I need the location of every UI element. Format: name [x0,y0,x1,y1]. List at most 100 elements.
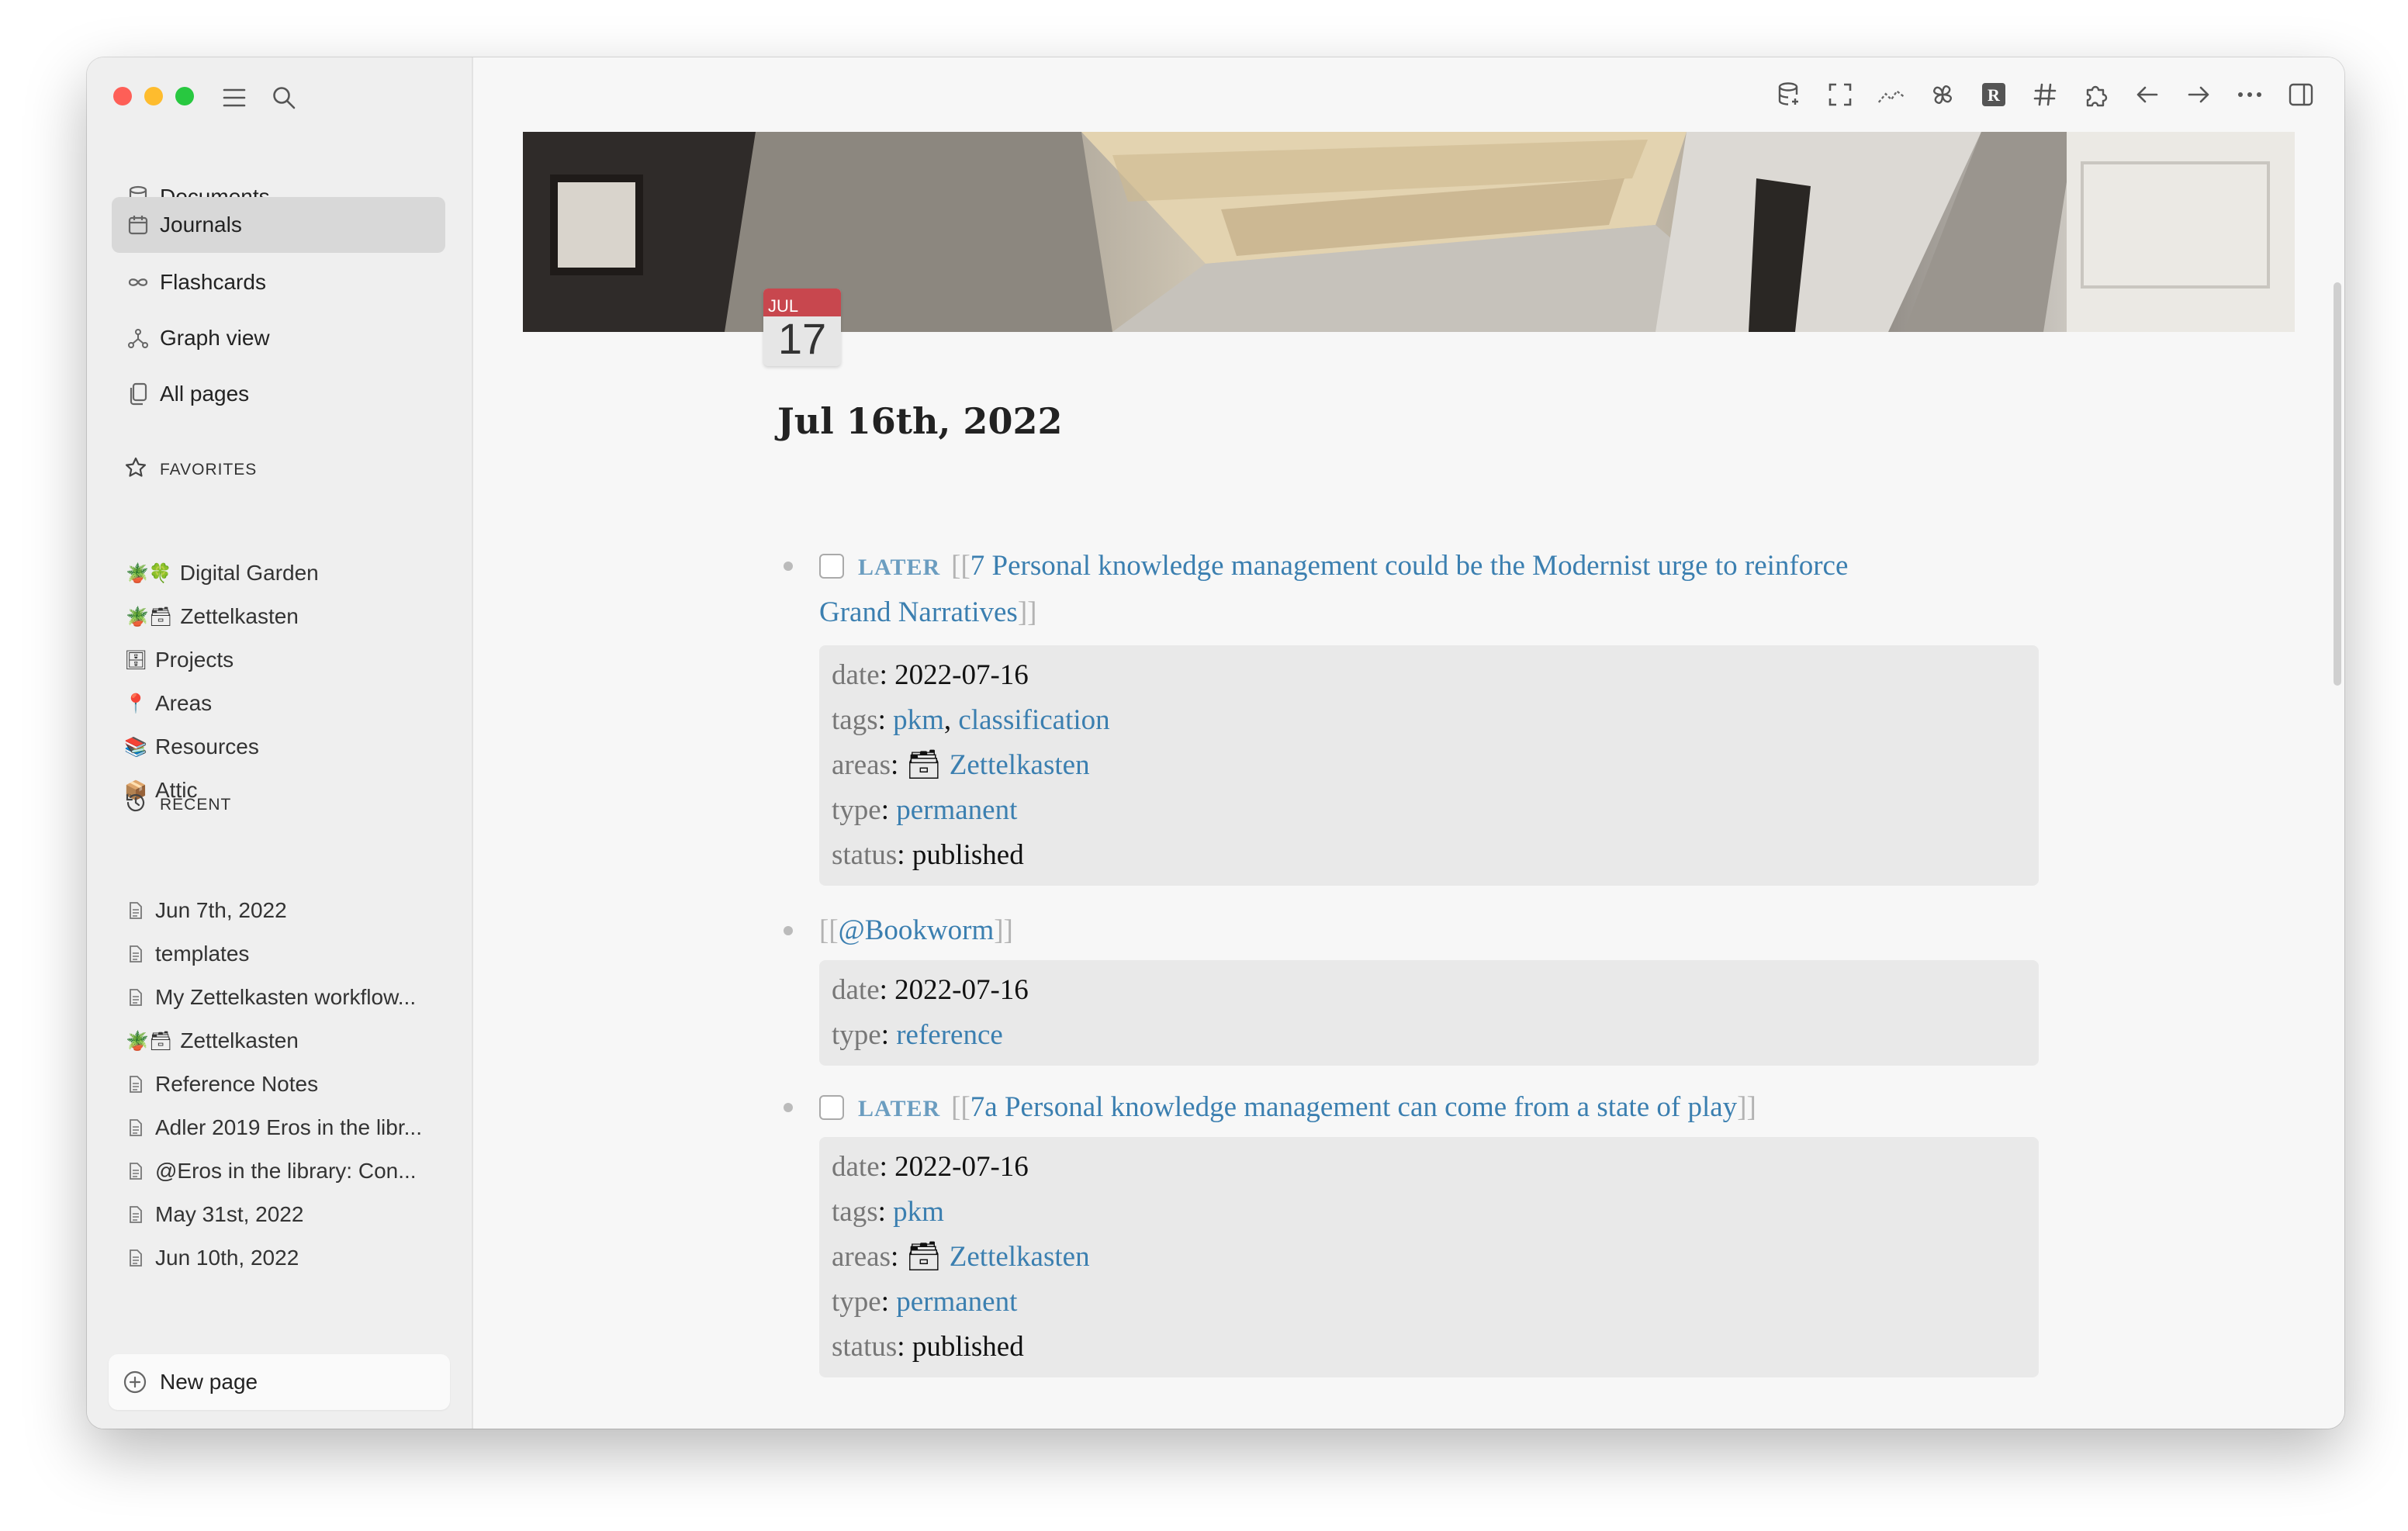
link-bracket-close: ]] [1017,596,1037,628]
nav-label: Flashcards [160,270,266,294]
pinwheel-icon[interactable] [1929,76,1956,113]
tag-link[interactable]: pkm [893,704,944,736]
block-content[interactable]: LATER [[7a Personal knowledge management … [819,1084,2006,1132]
favorite-item-resources[interactable]: 📚 Resources [124,725,452,769]
graph-icon [124,324,152,352]
property-value: published [912,1331,1024,1363]
vertical-scrollbar[interactable] [2334,282,2341,686]
nav-all-pages[interactable]: All pages [112,366,445,422]
block-bullet[interactable] [784,562,793,571]
recent-label: My Zettelkasten workflow... [155,985,417,1009]
page-link[interactable]: Zettelkasten [950,1241,1090,1273]
block-properties: date: 2022-07-16 tags: pkm areas: 🗃 Zett… [819,1137,2039,1377]
new-page-label: New page [160,1370,258,1394]
property-key: date [832,659,880,691]
hashtag-icon[interactable] [2031,76,2059,113]
favorite-item-projects[interactable]: 🗄 Projects [123,638,452,682]
property-key: type [832,1019,881,1051]
block-content[interactable]: [[@Bookworm]] [819,907,2006,954]
page-link[interactable]: @Bookworm [839,914,995,946]
recent-header[interactable]: RECENT [124,791,231,819]
recent-item[interactable]: Adler 2019 Eros in the libr... [126,1106,452,1149]
sparkline-icon[interactable] [1877,76,1905,113]
minimize-window-button[interactable] [144,87,163,105]
favorite-label: Digital Garden [179,561,319,585]
recent-item[interactable]: My Zettelkasten workflow... [126,976,452,1019]
history-icon [124,791,147,819]
arrow-left-icon[interactable] [2133,76,2161,113]
favorite-item-digital-garden[interactable]: 🪴🍀 Digital Garden [126,551,452,595]
page-icon [126,1162,146,1180]
nav-graph-view[interactable]: Graph view [112,310,445,366]
recent-item[interactable]: Reference Notes [126,1063,452,1106]
property-key: areas [832,749,891,781]
books-icon: 📚 [124,736,147,758]
search-icon[interactable] [268,82,299,113]
database-icon[interactable] [1775,76,1803,113]
page-link[interactable]: 7a Personal knowledge management can com… [970,1091,1737,1123]
plant-cabinet-icon: 🪴🗃 [126,1030,173,1052]
recent-label: Jun 7th, 2022 [155,898,287,922]
infinity-icon [124,268,152,296]
page-icon [126,988,146,1007]
pages-icon [124,380,152,408]
favorite-item-areas[interactable]: 📍 Areas [124,682,452,725]
favorites-header[interactable]: FAVORITES [124,456,257,484]
task-marker: LATER [858,1096,941,1121]
top-toolbar: R [1775,76,2315,113]
block-bullet[interactable] [784,926,793,935]
recent-item[interactable]: 🪴🗃 Zettelkasten [126,1019,452,1063]
recent-item[interactable]: Jun 10th, 2022 [126,1236,452,1280]
recent-label: Reference Notes [155,1072,319,1096]
recent-label: Adler 2019 Eros in the libr... [155,1115,422,1139]
new-page-button[interactable]: New page [109,1354,450,1410]
tag-link[interactable]: classification [958,704,1109,736]
nav-flashcards[interactable]: Flashcards [112,254,445,310]
favorites-title: FAVORITES [160,461,258,479]
sidebar-toggle-icon[interactable] [2287,76,2315,113]
recent-label: May 31st, 2022 [155,1202,304,1226]
close-window-button[interactable] [113,87,132,105]
block-content-wrap[interactable]: Grand Narratives]] [819,589,2006,636]
nav-journals[interactable]: Journals [112,197,445,253]
recent-item[interactable]: May 31st, 2022 [126,1193,452,1236]
r-badge-icon[interactable]: R [1980,76,2008,113]
link-bracket-close: ]] [1737,1091,1756,1123]
page-icon [126,1118,146,1137]
block-properties: date: 2022-07-16 type: reference [819,960,2039,1066]
favorite-item-zettelkasten[interactable]: 🪴🗃 Zettelkasten [126,595,452,638]
page-title[interactable]: Jul 16th, 2022 [777,400,1062,442]
more-icon[interactable] [2236,76,2264,113]
page-link[interactable]: reference [896,1019,1003,1051]
recent-item[interactable]: @Eros in the library: Con... [126,1149,452,1193]
block-properties: date: 2022-07-16 tags: pkm, classificati… [819,645,2039,886]
page-link[interactable]: Grand Narratives [819,596,1018,628]
zoom-window-button[interactable] [175,87,194,105]
menu-icon[interactable] [219,82,250,113]
recent-item[interactable]: Jun 7th, 2022 [126,889,452,932]
task-checkbox[interactable] [819,1095,844,1120]
page-link[interactable]: permanent [896,794,1017,826]
puzzle-icon[interactable] [2082,76,2110,113]
property-key: tags [832,704,878,736]
main-content: R JUL 17 Jul 16th, 2022 LATER [[7 Person… [473,57,2344,1429]
link-bracket-open: [[ [951,1091,970,1123]
tag-link[interactable]: pkm [893,1196,944,1228]
task-checkbox[interactable] [819,554,844,579]
property-value: published [912,839,1024,871]
fullscreen-icon[interactable] [1826,76,1854,113]
arrow-right-icon[interactable] [2185,76,2213,113]
page-link[interactable]: permanent [896,1286,1017,1318]
star-icon [124,456,147,484]
page-link[interactable]: Zettelkasten [950,749,1090,781]
page-link[interactable]: 7 Personal knowledge management could be… [970,550,1849,582]
block-content[interactable]: LATER [[7 Personal knowledge management c… [819,543,2006,591]
svg-text:R: R [1988,85,2001,105]
recent-label: templates [155,942,250,966]
recent-item[interactable]: templates [126,932,452,976]
pin-icon: 📍 [124,693,147,714]
task-marker: LATER [858,555,941,580]
cabinet-icon: 🗄 [123,649,148,671]
nav-label: All pages [160,382,250,406]
block-bullet[interactable] [784,1103,793,1112]
